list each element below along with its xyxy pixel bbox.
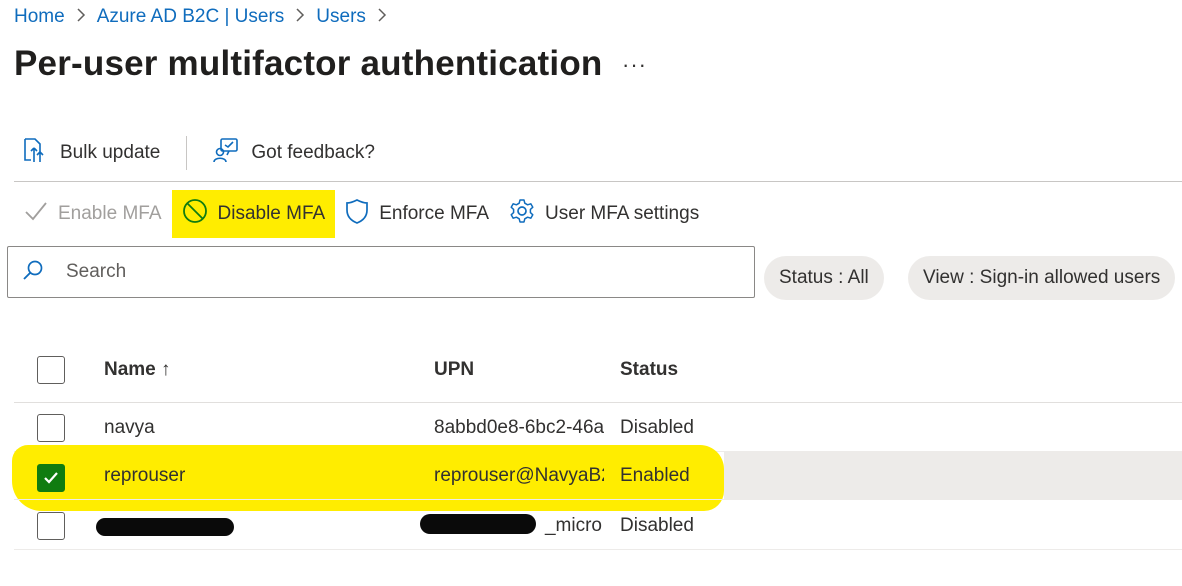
chevron-right-icon <box>76 7 86 28</box>
search-icon <box>8 259 64 286</box>
breadcrumb: Home Azure AD B2C | Users Users <box>14 6 398 28</box>
checkmark-icon <box>24 200 58 228</box>
toolbar-separator <box>14 181 1182 182</box>
breadcrumb-users[interactable]: Users <box>316 6 366 28</box>
feedback-icon <box>213 136 251 170</box>
column-header-status[interactable]: Status <box>620 359 678 381</box>
user-mfa-settings-button[interactable]: User MFA settings <box>499 190 709 238</box>
redaction-mark <box>96 518 234 536</box>
shield-icon <box>345 198 379 230</box>
breadcrumb-home[interactable]: Home <box>14 6 65 28</box>
cell-name: navya <box>104 417 155 438</box>
disable-mfa-label: Disable MFA <box>217 203 326 224</box>
user-mfa-settings-label: User MFA settings <box>545 203 700 224</box>
bulk-update-button[interactable]: Bulk update <box>22 136 160 170</box>
disable-mfa-button[interactable]: Disable MFA <box>171 190 336 238</box>
column-header-name[interactable]: Name ↑ <box>104 359 171 381</box>
chevron-right-icon <box>295 7 305 28</box>
redaction-mark <box>420 514 536 534</box>
status-filter-pill[interactable]: Status : All <box>764 256 884 300</box>
cell-name: reprouser <box>104 465 186 486</box>
breadcrumb-b2c-users[interactable]: Azure AD B2C | Users <box>97 6 285 28</box>
bulk-update-icon <box>22 136 60 170</box>
chevron-right-icon <box>377 7 387 28</box>
row-checkbox[interactable] <box>37 512 65 540</box>
enforce-mfa-label: Enforce MFA <box>379 203 490 224</box>
gear-icon <box>509 198 545 230</box>
more-options-button[interactable]: ··· <box>622 52 647 78</box>
toolbar-actions: Enable MFA Disable MFA Enforce MFA User … <box>14 190 709 238</box>
enable-mfa-label: Enable MFA <box>58 203 162 224</box>
block-icon <box>182 198 218 230</box>
header-divider <box>14 402 1182 403</box>
cell-upn: 8abbd0e8-6bc2-46a <box>434 417 604 438</box>
feedback-label: Got feedback? <box>251 142 375 163</box>
cell-status: Enabled <box>620 465 690 486</box>
cell-status: Disabled <box>620 515 694 536</box>
view-filter-pill[interactable]: View : Sign-in allowed users <box>908 256 1176 300</box>
enforce-mfa-button[interactable]: Enforce MFA <box>335 190 499 238</box>
cell-status: Disabled <box>620 417 694 438</box>
search-box <box>7 246 755 298</box>
toolbar-top: Bulk update Got feedback? <box>22 136 375 170</box>
select-all-checkbox[interactable] <box>37 356 65 384</box>
checkmark-icon <box>44 472 58 484</box>
feedback-button[interactable]: Got feedback? <box>213 136 375 170</box>
page-title: Per-user multifactor authentication <box>14 44 603 83</box>
cell-upn: reprouser@NavyaB2 <box>434 465 604 486</box>
toolbar-divider <box>186 136 188 170</box>
selected-row-background <box>724 452 1182 500</box>
search-input[interactable] <box>64 260 708 284</box>
column-header-upn[interactable]: UPN <box>434 359 474 381</box>
row-checkbox[interactable] <box>37 464 65 492</box>
enable-mfa-button[interactable]: Enable MFA <box>14 190 172 238</box>
row-checkbox[interactable] <box>37 414 65 442</box>
table-header: Name ↑ UPN Status <box>14 348 1182 396</box>
bulk-update-label: Bulk update <box>60 142 161 163</box>
